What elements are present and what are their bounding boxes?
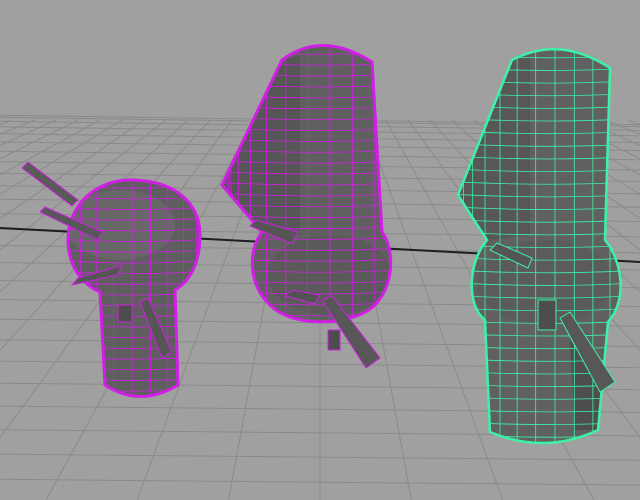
- viewport-scene[interactable]: [0, 0, 640, 500]
- object-2[interactable]: [215, 30, 432, 369]
- object-3[interactable]: [455, 30, 640, 463]
- 3d-viewport[interactable]: [0, 0, 640, 500]
